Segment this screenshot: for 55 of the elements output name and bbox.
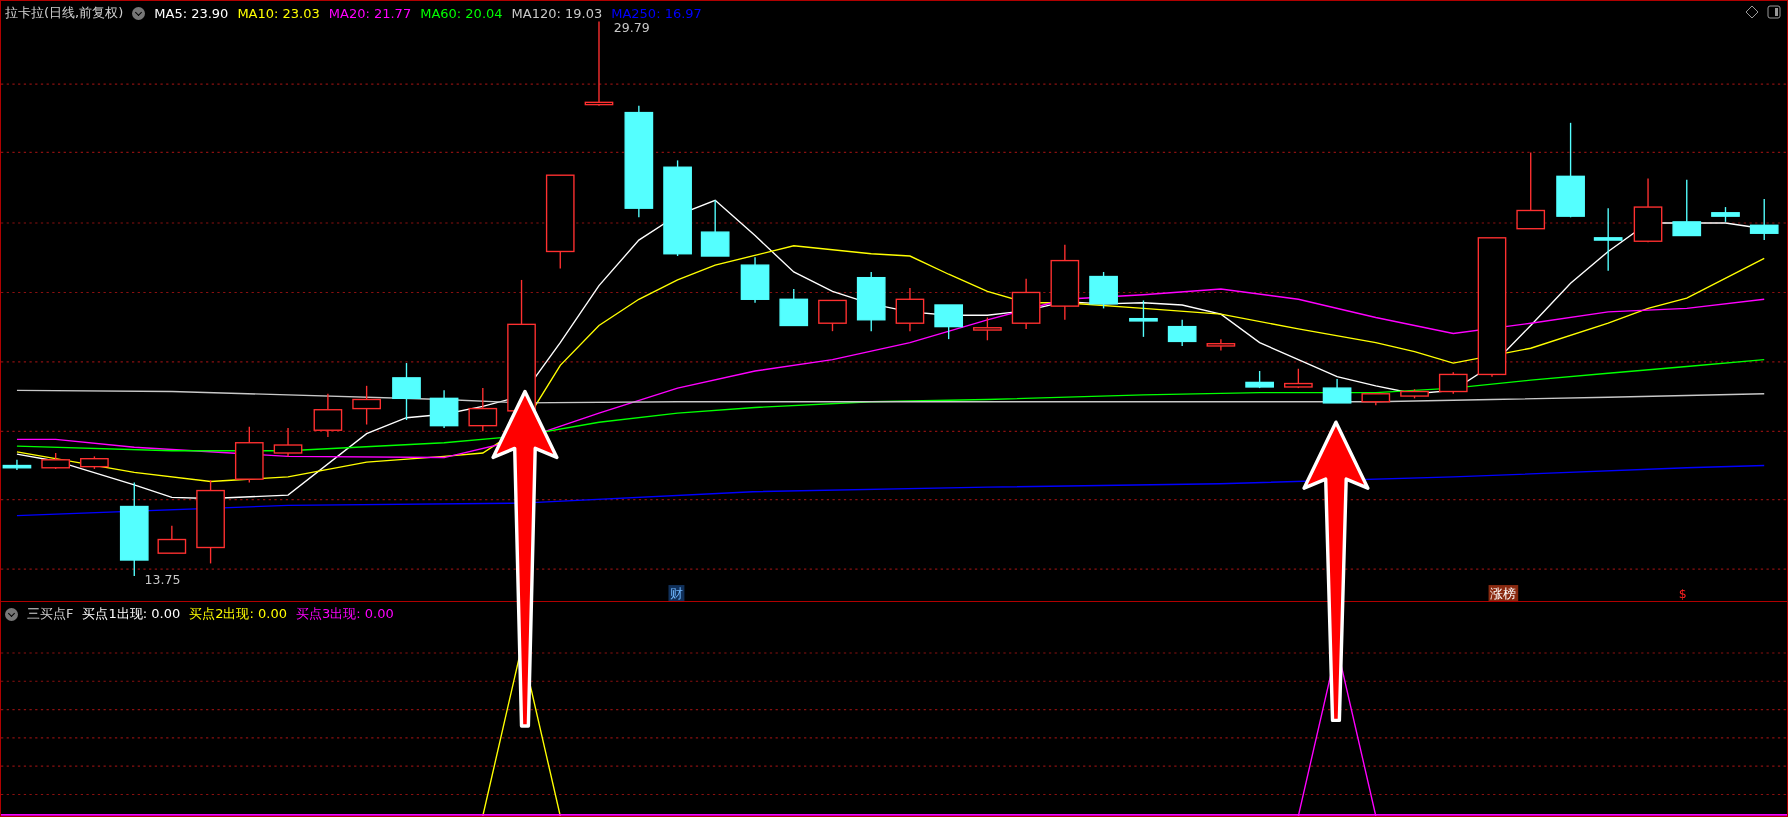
candlestick bbox=[468, 387, 498, 433]
indicator-value: MA5: 23.90 bbox=[154, 5, 229, 21]
dropdown-icon[interactable] bbox=[132, 6, 146, 20]
candlestick bbox=[1672, 179, 1702, 237]
candlestick bbox=[1011, 278, 1041, 330]
candlestick bbox=[1245, 370, 1274, 389]
event-marker[interactable]: 涨榜 bbox=[1488, 585, 1519, 601]
candlestick bbox=[1711, 206, 1740, 223]
candlestick bbox=[234, 426, 264, 484]
chart-title: 拉卡拉(日线,前复权) bbox=[5, 4, 124, 22]
candlestick bbox=[973, 316, 1002, 341]
candlestick bbox=[1438, 371, 1468, 395]
candlestick bbox=[1593, 207, 1623, 272]
candlestick bbox=[1361, 393, 1391, 406]
candlestick bbox=[80, 455, 109, 470]
indicator-title: 三买点F bbox=[27, 605, 74, 623]
diamond-icon[interactable] bbox=[1745, 5, 1759, 19]
high-price-label: 29.79 bbox=[613, 19, 650, 35]
candlestick bbox=[1284, 368, 1313, 389]
candlestick bbox=[273, 427, 303, 458]
event-marker[interactable]: $ bbox=[1678, 585, 1687, 601]
event-marker[interactable]: 财 bbox=[668, 585, 685, 601]
candlestick bbox=[740, 256, 770, 304]
candlestick bbox=[1089, 271, 1118, 310]
dropdown-icon[interactable] bbox=[5, 607, 18, 621]
candlestick bbox=[41, 452, 71, 470]
indicator-value: MA120: 19.03 bbox=[511, 5, 603, 21]
indicator-value: 买点2出现: 0.00 bbox=[189, 605, 287, 623]
candlestick bbox=[1322, 378, 1352, 404]
indicator-value: 买点3出现: 0.00 bbox=[295, 605, 394, 623]
candlestick bbox=[392, 362, 421, 421]
indicator-value: MA60: 20.04 bbox=[420, 5, 503, 21]
candlestick bbox=[934, 304, 964, 340]
candlestick bbox=[1400, 388, 1429, 400]
candlestick bbox=[818, 299, 847, 332]
panel-toggle-icon[interactable] bbox=[1767, 5, 1781, 19]
candlestick bbox=[352, 385, 381, 426]
candlestick bbox=[429, 389, 459, 429]
candlestick bbox=[1749, 198, 1779, 241]
candlestick bbox=[700, 199, 730, 257]
candlestick bbox=[2, 459, 32, 471]
indicator-value: MA10: 23.03 bbox=[237, 5, 320, 21]
indicator-value: MA20: 21.77 bbox=[328, 5, 412, 21]
candlestick bbox=[1633, 177, 1663, 244]
candlestick bbox=[1206, 338, 1236, 352]
candlestick bbox=[313, 393, 343, 438]
candlestick bbox=[1167, 319, 1197, 347]
candlestick bbox=[1129, 299, 1158, 338]
candlestick bbox=[779, 288, 809, 327]
candlestick bbox=[895, 287, 925, 332]
indicator-value: MA250: 16.97 bbox=[611, 5, 702, 21]
candlestick bbox=[856, 271, 886, 332]
candlestick bbox=[157, 525, 187, 554]
indicator-value: 买点1出现: 0.00 bbox=[82, 605, 181, 623]
low-price-label: 13.75 bbox=[144, 571, 181, 587]
